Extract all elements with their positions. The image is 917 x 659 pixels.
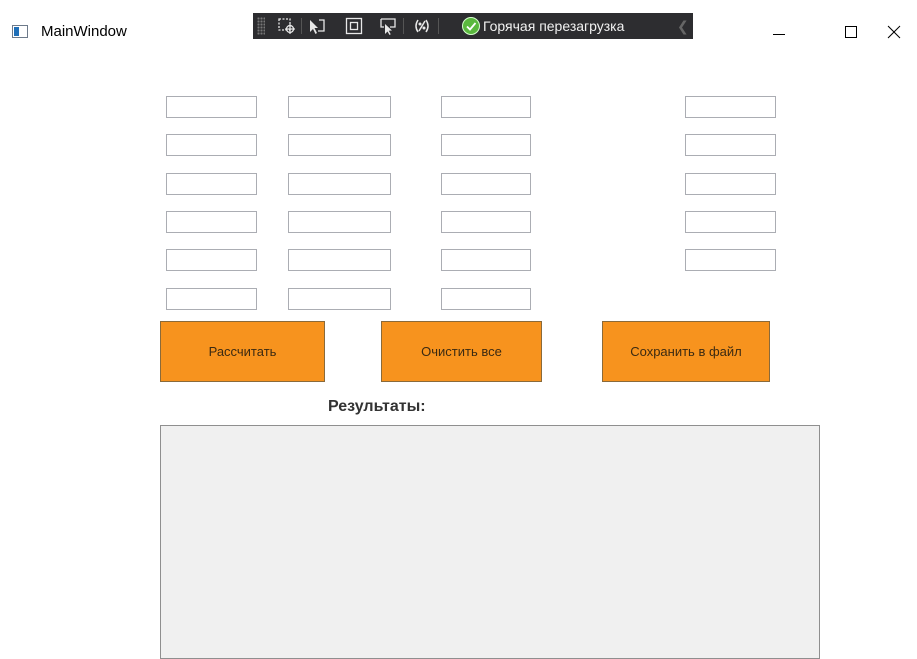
clear-all-button-label: Очистить все — [421, 344, 502, 359]
clear-all-button[interactable]: Очистить все — [381, 321, 542, 382]
results-output[interactable] — [160, 425, 820, 659]
results-label: Результаты: — [328, 398, 426, 415]
hot-reload-label[interactable]: Горячая перезагрузка — [483, 17, 624, 35]
chevron-left-icon[interactable]: ❮ — [677, 18, 689, 34]
close-icon — [887, 25, 901, 39]
input-col2-row3[interactable] — [288, 173, 391, 195]
input-col2-row2[interactable] — [288, 134, 391, 156]
input-col3-row4[interactable] — [441, 211, 531, 233]
input-col2-row4[interactable] — [288, 211, 391, 233]
input-col3-row5[interactable] — [441, 249, 531, 271]
save-to-file-button[interactable]: Сохранить в файл — [602, 321, 770, 382]
input-col4-row2[interactable] — [685, 134, 776, 156]
input-col2-row6[interactable] — [288, 288, 391, 310]
input-col4-row1[interactable] — [685, 96, 776, 118]
binding-failures-icon[interactable] — [412, 16, 432, 36]
input-col1-row1[interactable] — [166, 96, 257, 118]
minimize-icon — [773, 34, 785, 35]
input-col1-row5[interactable] — [166, 249, 257, 271]
input-col4-row5[interactable] — [685, 249, 776, 271]
input-col1-row3[interactable] — [166, 173, 257, 195]
input-col1-row2[interactable] — [166, 134, 257, 156]
maximize-button[interactable] — [828, 14, 874, 46]
input-col1-row4[interactable] — [166, 211, 257, 233]
select-element-icon[interactable] — [277, 16, 297, 36]
toolbar-separator — [438, 18, 439, 34]
input-col3-row1[interactable] — [441, 96, 531, 118]
wpf-window-icon — [12, 25, 28, 38]
input-col1-row6[interactable] — [166, 288, 257, 310]
layout-adorner-icon[interactable] — [344, 16, 364, 36]
maximize-icon — [845, 26, 857, 38]
toolbar-separator — [301, 18, 302, 34]
window-title: MainWindow — [41, 23, 127, 40]
hot-reload-check-icon — [462, 17, 480, 35]
toolbar-separator — [403, 18, 404, 34]
input-col4-row3[interactable] — [685, 173, 776, 195]
toolbar-grip-icon[interactable] — [257, 17, 265, 35]
save-to-file-button-label: Сохранить в файл — [630, 344, 742, 359]
input-col3-row2[interactable] — [441, 134, 531, 156]
calculate-button[interactable]: Рассчитать — [160, 321, 325, 382]
input-col2-row5[interactable] — [288, 249, 391, 271]
input-col4-row4[interactable] — [685, 211, 776, 233]
main-window: MainWindow Горячая перезагрузка ❮ Рассчи… — [0, 0, 917, 659]
close-button[interactable] — [871, 14, 917, 46]
title-bar[interactable]: MainWindow Горячая перезагрузка ❮ — [0, 0, 917, 62]
track-focus-icon[interactable] — [378, 16, 398, 36]
input-col3-row6[interactable] — [441, 288, 531, 310]
input-col3-row3[interactable] — [441, 173, 531, 195]
calculate-button-label: Рассчитать — [208, 344, 277, 359]
select-pointer-icon[interactable] — [307, 16, 327, 36]
minimize-button[interactable] — [756, 14, 802, 46]
debug-toolbar: Горячая перезагрузка ❮ — [253, 13, 693, 39]
input-col2-row1[interactable] — [288, 96, 391, 118]
